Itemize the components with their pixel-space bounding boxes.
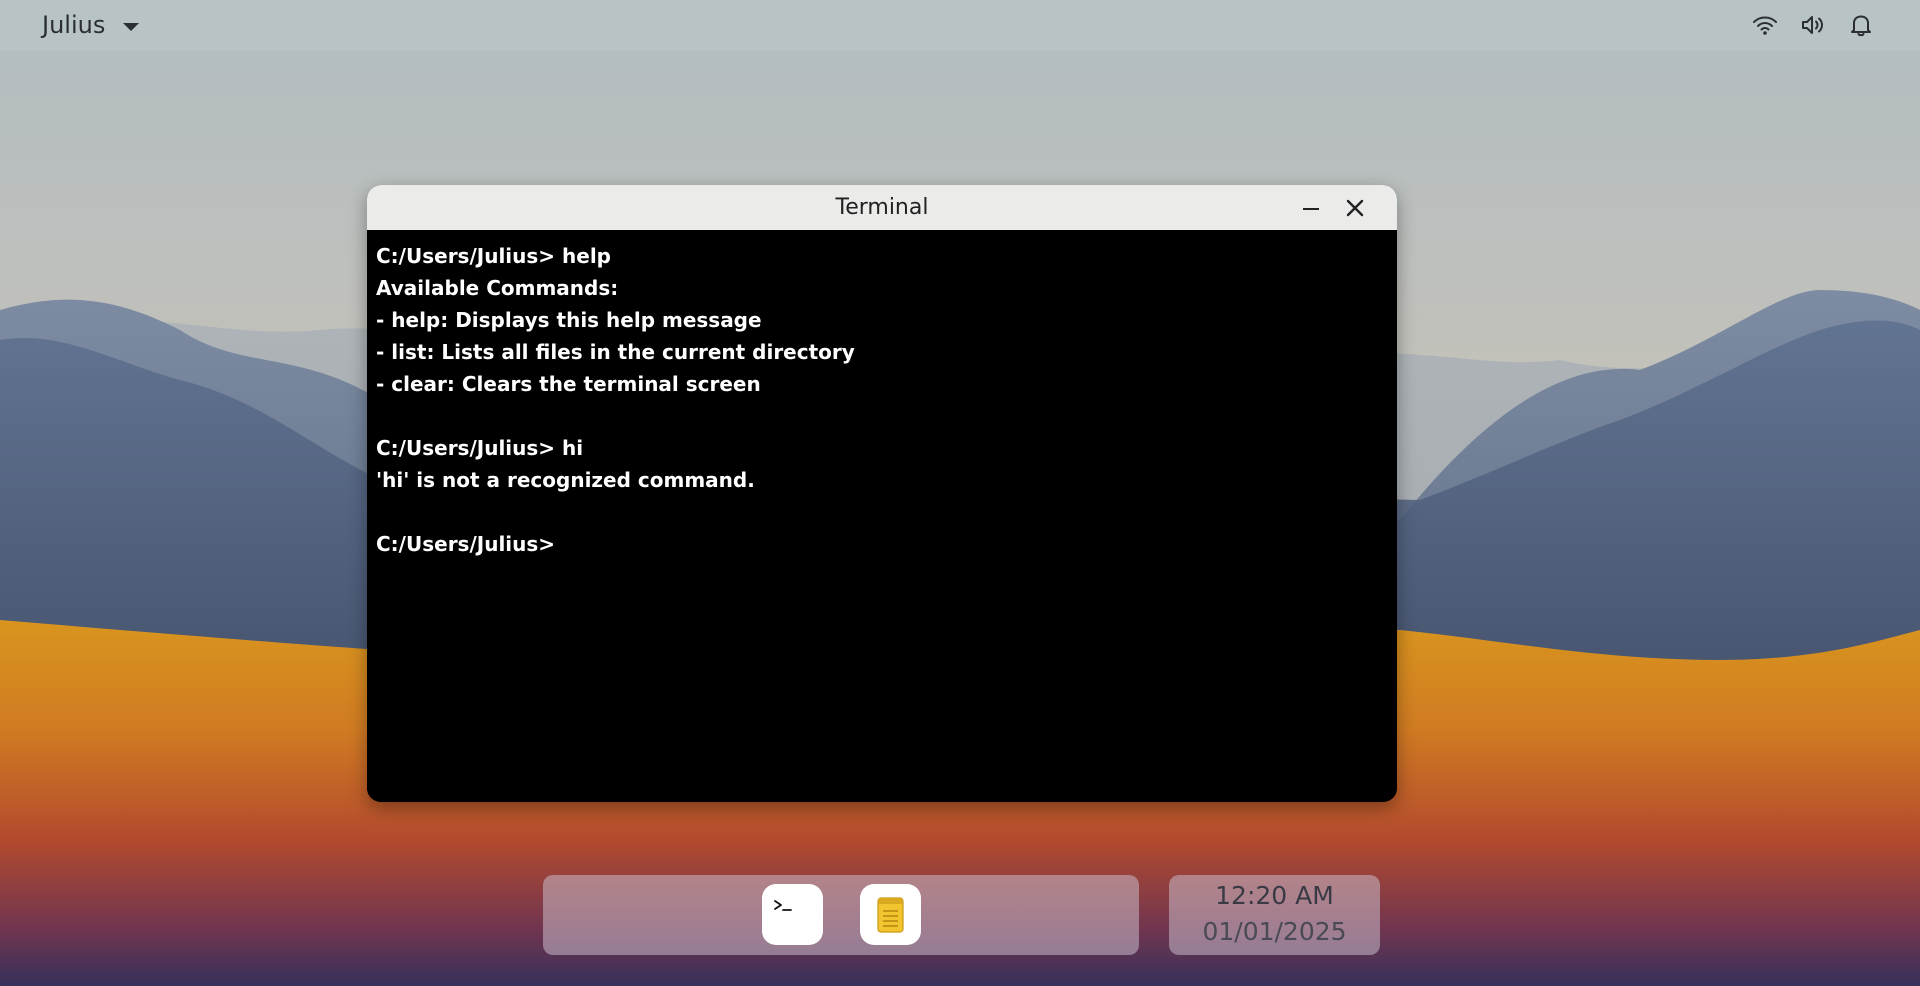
user-menu[interactable]: Julius [42, 8, 140, 42]
terminal-output[interactable]: C:/Users/Julius> help Available Commands… [367, 230, 1397, 802]
dock [543, 875, 1139, 955]
terminal-line: - list: Lists all files in the current d… [376, 340, 855, 364]
clock-time: 12:20 AM [1215, 881, 1334, 910]
window-titlebar[interactable]: Terminal [367, 185, 1397, 230]
close-icon [1346, 199, 1364, 217]
top-bar: Julius [0, 0, 1920, 51]
terminal-window[interactable]: Terminal C:/Users/Julius> help Available… [367, 185, 1397, 802]
system-tray [1752, 12, 1874, 38]
clock-date: 01/01/2025 [1202, 917, 1347, 946]
terminal-line: C:/Users/Julius> help [376, 244, 611, 268]
bell-icon[interactable] [1848, 12, 1874, 38]
terminal-line: - clear: Clears the terminal screen [376, 372, 761, 396]
chevron-down-icon [123, 23, 140, 31]
terminal-icon [774, 900, 792, 911]
dock-terminal-app[interactable] [762, 884, 823, 945]
terminal-line: Available Commands: [376, 276, 619, 300]
terminal-prompt[interactable]: C:/Users/Julius> [376, 528, 1386, 560]
minimize-button[interactable] [1297, 194, 1325, 222]
terminal-line: 'hi' is not a recognized command. [376, 468, 755, 492]
terminal-line: C:/Users/Julius> hi [376, 436, 584, 460]
clock-widget[interactable]: 12:20 AM 01/01/2025 [1169, 875, 1380, 955]
volume-icon[interactable] [1800, 12, 1826, 38]
user-name: Julius [42, 11, 106, 39]
terminal-lines: C:/Users/Julius> help Available Commands… [376, 240, 1386, 560]
dock-notes-app[interactable] [860, 884, 921, 945]
terminal-line: - help: Displays this help message [376, 308, 762, 332]
notes-icon [877, 897, 904, 933]
wifi-icon[interactable] [1752, 12, 1778, 38]
close-button[interactable] [1341, 194, 1369, 222]
minimize-icon [1303, 208, 1319, 210]
window-title: Terminal [835, 195, 929, 220]
